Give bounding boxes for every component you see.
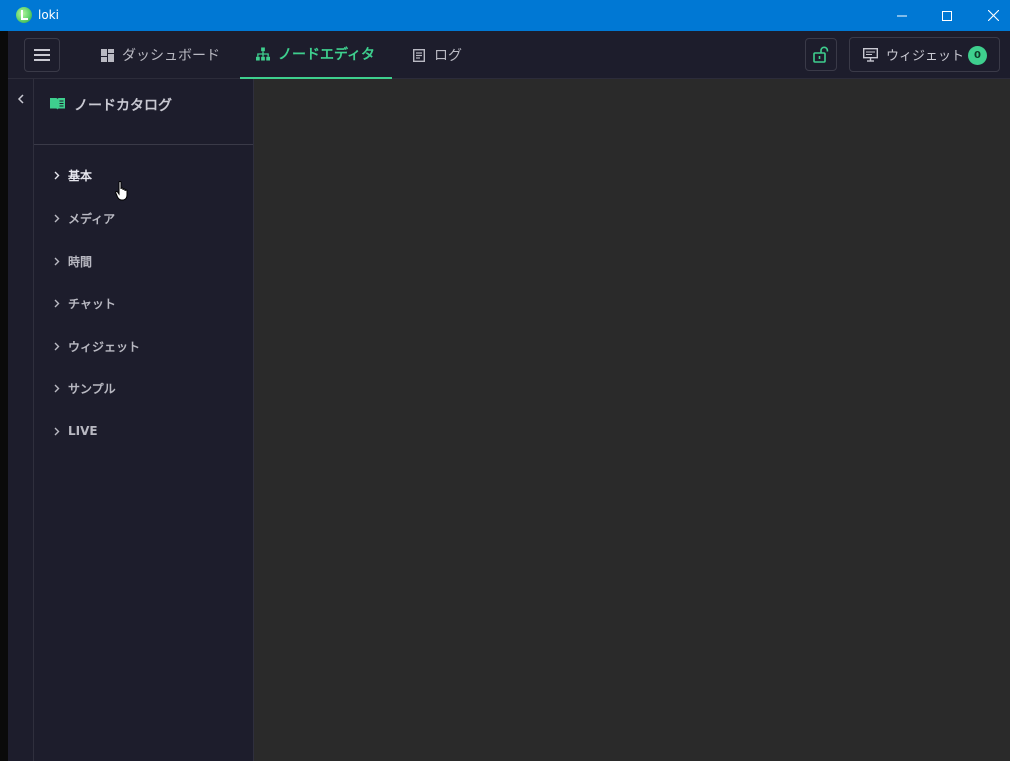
- catalog-item-time[interactable]: 時間: [52, 251, 92, 271]
- lock-toggle-button[interactable]: [805, 38, 837, 71]
- widget-button[interactable]: ウィジェット 0: [849, 37, 1000, 72]
- minimize-icon: [897, 15, 907, 16]
- app-logo-icon: [16, 7, 32, 23]
- title-bar: loki: [0, 0, 1010, 31]
- book-icon: [50, 98, 65, 110]
- app-header: ダッシュボード ノードエディタ ログ ウィジェット 0: [8, 31, 1010, 79]
- hamburger-menu-button[interactable]: [24, 38, 60, 72]
- catalog-item-label: メディア: [68, 211, 116, 226]
- dashboard-icon: [100, 48, 114, 62]
- window-title: loki: [38, 8, 59, 22]
- node-catalog-panel: ノードカタログ 基本 メディア 時間 チャット ウィジェット サンプル LIVE: [34, 79, 254, 761]
- chevron-right-icon: [54, 342, 60, 350]
- catalog-item-label: チャット: [68, 296, 116, 311]
- monitor-icon: [863, 47, 878, 62]
- catalog-item-label: LIVE: [68, 424, 98, 438]
- log-icon: [412, 48, 426, 62]
- minimize-button[interactable]: [879, 0, 925, 31]
- catalog-item-label: ウィジェット: [68, 339, 141, 354]
- unlock-icon: [813, 46, 829, 63]
- tab-node-editor-label: ノードエディタ: [278, 47, 376, 63]
- catalog-item-label: 基本: [68, 168, 93, 183]
- tab-node-editor[interactable]: ノードエディタ: [240, 31, 392, 79]
- node-editor-canvas[interactable]: [254, 79, 1010, 761]
- app-window: loki ダッシュボード ノードエディタ ログ ウィジェット 0 ノードカタログ…: [0, 0, 1010, 761]
- catalog-item-sample[interactable]: サンプル: [52, 378, 116, 398]
- close-button[interactable]: [970, 0, 1010, 31]
- widget-button-label: ウィジェット: [886, 49, 965, 64]
- catalog-item-widget[interactable]: ウィジェット: [52, 336, 140, 356]
- node-catalog-title: ノードカタログ: [74, 98, 172, 114]
- catalog-item-label: 時間: [68, 254, 93, 269]
- chevron-left-icon: [17, 94, 24, 104]
- sidebar-collapse-strip: [8, 79, 34, 761]
- node-catalog-header: ノードカタログ: [34, 79, 253, 145]
- sidebar-collapse-button[interactable]: [13, 91, 29, 107]
- widget-count-badge: 0: [968, 46, 987, 65]
- close-icon: [987, 10, 999, 21]
- chevron-right-icon: [54, 384, 60, 392]
- tab-log-label: ログ: [434, 48, 462, 64]
- maximize-button[interactable]: [924, 0, 970, 31]
- catalog-item-chat[interactable]: チャット: [52, 293, 116, 313]
- tab-dashboard-label: ダッシュボード: [122, 48, 220, 64]
- catalog-item-live[interactable]: LIVE: [52, 421, 98, 441]
- window-left-edge: [0, 31, 8, 761]
- tab-log[interactable]: ログ: [412, 31, 482, 79]
- chevron-right-icon: [54, 299, 60, 307]
- catalog-item-media[interactable]: メディア: [52, 208, 115, 228]
- chevron-right-icon: [54, 171, 60, 179]
- tab-dashboard[interactable]: ダッシュボード: [100, 31, 236, 79]
- chevron-right-icon: [54, 257, 60, 265]
- hamburger-icon: [34, 49, 50, 61]
- chevron-right-icon: [54, 214, 60, 222]
- catalog-item-basic[interactable]: 基本: [52, 165, 92, 185]
- chevron-right-icon: [54, 427, 60, 435]
- hand-cursor-icon: [115, 181, 128, 201]
- maximize-icon: [942, 10, 952, 21]
- catalog-item-label: サンプル: [68, 381, 116, 396]
- sitemap-icon: [256, 47, 270, 61]
